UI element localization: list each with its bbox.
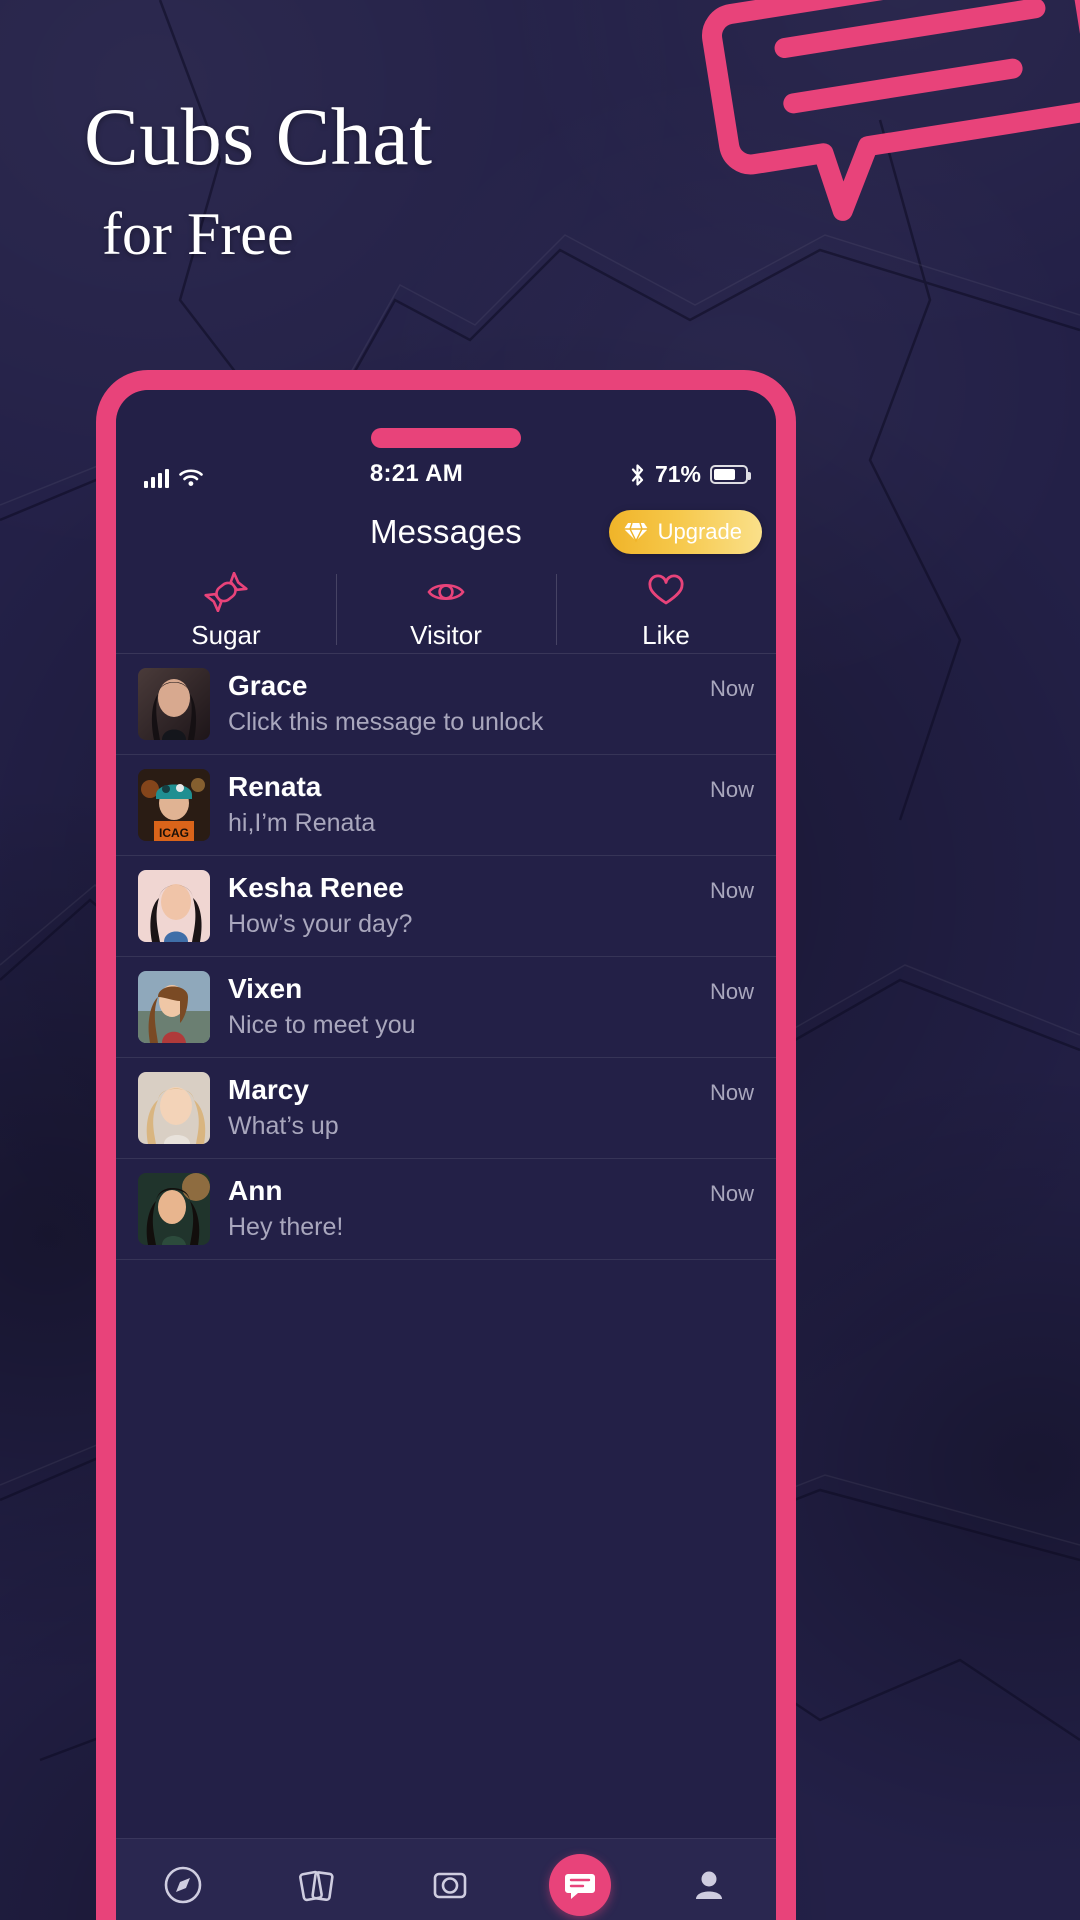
contact-name: Ann [228,1175,283,1206]
message-preview: What’s up [228,1112,339,1140]
avatar [138,668,210,740]
page-title: Messages [369,513,522,550]
message-time: Now [709,676,754,701]
tab-sugar[interactable]: Sugar [116,568,336,651]
diamond-icon [623,522,648,543]
nav-profile-button[interactable] [674,1850,744,1920]
message-list: Grace Click this message to unlock Now I… [116,654,776,1838]
tab-sugar-label: Sugar [191,620,261,650]
table-row[interactable]: ICAG Renata hi,I’m Renata Now [116,755,776,856]
chat-icon [564,1873,595,1899]
eye-icon [427,583,465,601]
phone-screen: 8:21 AM 71% Messages Upgrade Sugar Visit… [116,390,776,1920]
nav-discover-button[interactable] [148,1850,218,1920]
contact-name: Kesha Renee [228,872,404,903]
compass-icon [164,1866,202,1903]
tab-like-label: Like [642,620,690,650]
wifi-icon [179,469,203,486]
candy-icon [204,572,248,612]
message-content: Marcy What’s up [228,1072,692,1144]
chat-bubble-decoration [676,0,1080,235]
message-time: Now [709,777,754,802]
table-row[interactable]: Grace Click this message to unlock Now [116,654,776,755]
table-row[interactable]: Marcy What’s up Now [116,1058,776,1159]
app-header: Messages Upgrade [116,498,776,566]
message-time: Now [709,1181,754,1206]
phone-mockup: 8:21 AM 71% Messages Upgrade Sugar Visit… [96,370,796,1920]
nav-camera-button[interactable] [415,1850,485,1920]
avatar [138,971,210,1043]
upgrade-button[interactable]: Upgrade [608,510,762,554]
message-content: Vixen Nice to meet you [228,971,692,1043]
promo-title-line1: Cubs Chat [84,91,433,182]
status-bar: 8:21 AM 71% [116,390,776,498]
svg-text:ICAG: ICAG [159,826,189,840]
message-time: Now [709,1080,754,1105]
message-content: Ann Hey there! [228,1173,692,1245]
avatar [138,1173,210,1245]
table-row[interactable]: Kesha Renee How’s your day? Now [116,856,776,957]
table-row[interactable]: Vixen Nice to meet you Now [116,957,776,1058]
message-time: Now [709,979,754,1004]
status-bar-left [144,468,204,488]
tab-visitor-label: Visitor [410,620,482,650]
tab-bar: Sugar Visitor Like [116,566,776,654]
table-row[interactable]: Ann Hey there! Now [116,1159,776,1260]
message-preview: hi,I’m Renata [228,809,376,837]
bluetooth-icon [631,463,644,486]
status-bar-right: 71% [629,461,751,488]
message-preview: Nice to meet you [228,1011,416,1039]
chat-bubble-outline-icon [702,0,1080,221]
contact-name: Renata [228,771,322,802]
contact-name: Marcy [228,1074,309,1105]
cellular-signal-icon [144,468,169,488]
message-content: Renata hi,I’m Renata [228,769,692,841]
message-preview: Hey there! [228,1213,344,1241]
status-bar-time: 8:21 AM [369,460,464,487]
tab-like[interactable]: Like [556,568,776,651]
tab-visitor[interactable]: Visitor [336,568,556,651]
heart-icon [648,574,684,605]
bottom-navigation [116,1838,776,1920]
battery-icon [709,465,751,484]
cards-icon [299,1870,335,1901]
promo-headline: Cubs Chat for Free [84,91,433,267]
nav-chat-button[interactable] [548,1853,611,1916]
message-preview: Click this message to unlock [228,708,544,736]
promo-title-line2: for Free [102,201,294,267]
nav-cards-button[interactable] [281,1850,351,1920]
message-time: Now [709,878,754,903]
message-content: Kesha Renee How’s your day? [228,870,692,942]
camera-icon [433,1872,467,1898]
contact-name: Vixen [228,973,303,1004]
message-content: Grace Click this message to unlock [228,668,692,740]
avatar: ICAG [138,769,210,841]
upgrade-label: Upgrade [657,519,742,544]
message-preview: How’s your day? [228,910,413,938]
profile-icon [696,1871,723,1899]
battery-percent-label: 71% [654,461,701,487]
contact-name: Grace [228,670,308,701]
avatar [138,1072,210,1144]
avatar [138,870,210,942]
